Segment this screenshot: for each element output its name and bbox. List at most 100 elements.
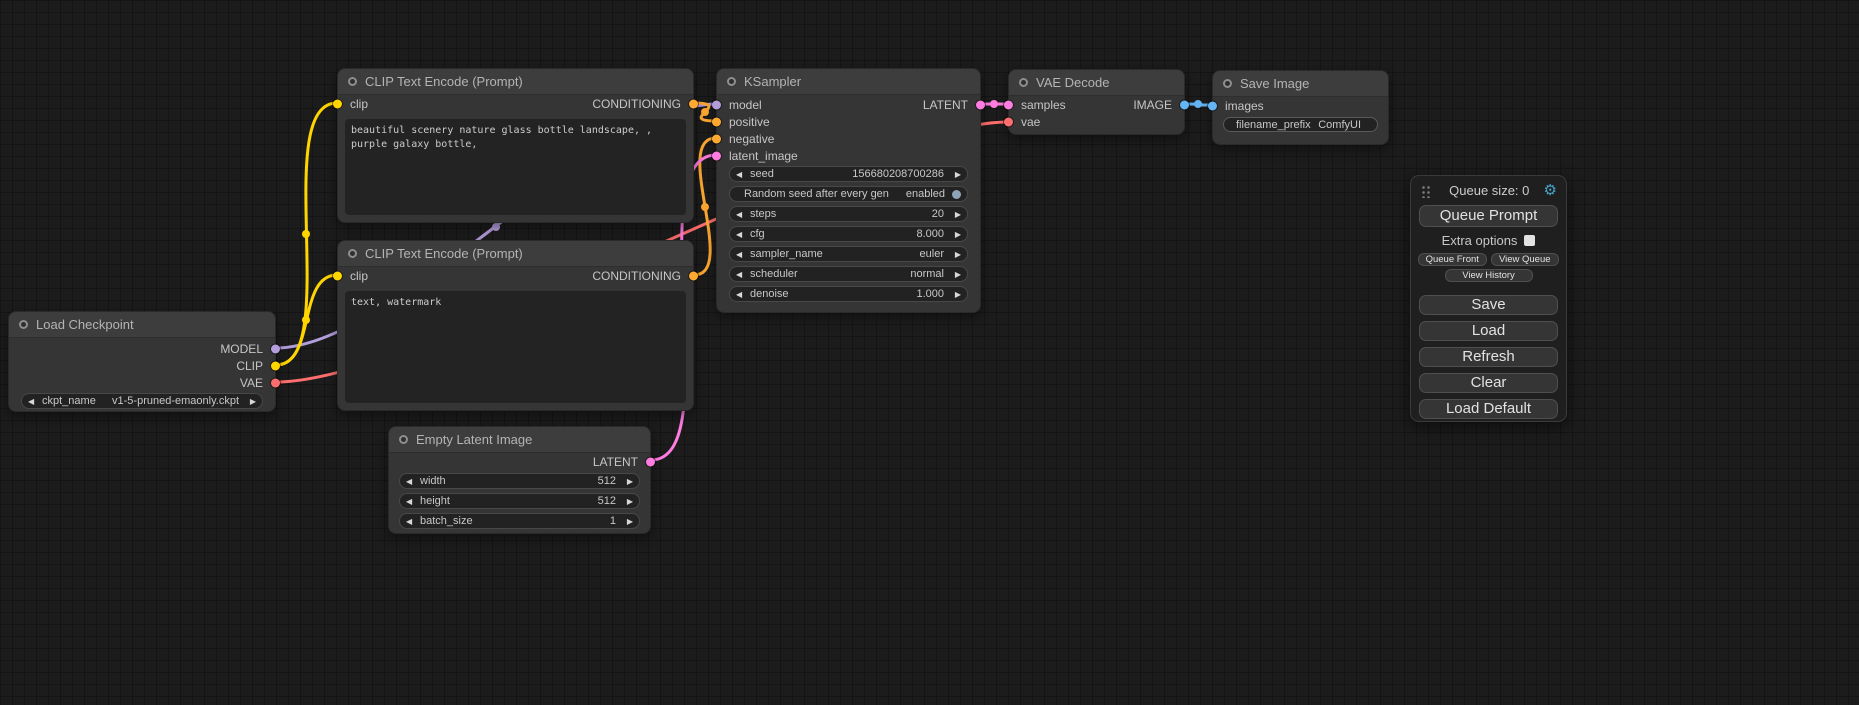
- increment-arrow-icon[interactable]: ▶: [949, 230, 961, 239]
- collapse-dot-icon[interactable]: [348, 249, 357, 258]
- clear-button[interactable]: Clear: [1419, 373, 1558, 393]
- node-save-image[interactable]: Save Image images filename_prefix ComfyU…: [1212, 70, 1389, 145]
- output-slot-conditioning[interactable]: [689, 99, 698, 108]
- node-load-checkpoint[interactable]: Load Checkpoint MODEL CLIP VAE ◀ ckpt_na…: [8, 311, 276, 412]
- output-slot-latent[interactable]: [646, 457, 655, 466]
- input-slot-images[interactable]: [1208, 101, 1217, 110]
- link-dot: [701, 108, 709, 116]
- load-button[interactable]: Load: [1419, 321, 1558, 341]
- decrement-arrow-icon[interactable]: ◀: [736, 290, 748, 299]
- decrement-arrow-icon[interactable]: ◀: [736, 210, 748, 219]
- width-widget[interactable]: ◀ width 512 ▶: [399, 473, 640, 489]
- decrement-arrow-icon[interactable]: ◀: [736, 170, 748, 179]
- increment-arrow-icon[interactable]: ▶: [949, 250, 961, 259]
- node-ksampler[interactable]: KSampler model LATENT positive negative …: [716, 68, 981, 313]
- collapse-dot-icon[interactable]: [1019, 78, 1028, 87]
- link-dot: [1194, 100, 1202, 108]
- decrement-arrow-icon[interactable]: ◀: [736, 230, 748, 239]
- output-slot-latent[interactable]: [976, 100, 985, 109]
- node-title: VAE Decode: [1036, 75, 1109, 90]
- increment-arrow-icon[interactable]: ▶: [949, 290, 961, 299]
- decrement-arrow-icon[interactable]: ◀: [736, 270, 748, 279]
- widget-value: ComfyUI: [1318, 119, 1361, 131]
- toggle-knob-icon[interactable]: [952, 190, 961, 199]
- widget-value: v1-5-pruned-emaonly.ckpt: [112, 395, 239, 407]
- view-queue-button[interactable]: View Queue: [1491, 253, 1560, 266]
- random-seed-toggle[interactable]: Random seed after every gen enabled: [729, 186, 968, 202]
- save-button[interactable]: Save: [1419, 295, 1558, 315]
- ckpt-name-widget[interactable]: ◀ ckpt_name v1-5-pruned-emaonly.ckpt ▶: [21, 393, 263, 409]
- decrement-arrow-icon[interactable]: ◀: [406, 517, 418, 526]
- output-slot-vae[interactable]: [271, 378, 280, 387]
- increment-arrow-icon[interactable]: ▶: [949, 170, 961, 179]
- steps-widget[interactable]: ◀ steps 20 ▶: [729, 206, 968, 222]
- input-slot-positive[interactable]: [712, 117, 721, 126]
- collapse-dot-icon[interactable]: [1223, 79, 1232, 88]
- input-slot-model[interactable]: [712, 100, 721, 109]
- height-widget[interactable]: ◀ height 512 ▶: [399, 493, 640, 509]
- view-history-button[interactable]: View History: [1445, 269, 1533, 282]
- increment-arrow-icon[interactable]: ▶: [949, 210, 961, 219]
- decrement-arrow-icon[interactable]: ◀: [406, 477, 418, 486]
- node-title: Load Checkpoint: [36, 317, 134, 332]
- widget-label: width: [420, 475, 446, 487]
- input-label-images: images: [1225, 99, 1264, 113]
- input-slot-latent-image[interactable]: [712, 151, 721, 160]
- prompt-textarea[interactable]: text, watermark: [345, 291, 686, 403]
- increment-arrow-icon[interactable]: ▶: [621, 477, 633, 486]
- queue-prompt-button[interactable]: Queue Prompt: [1419, 205, 1558, 227]
- node-title-bar[interactable]: Empty Latent Image: [389, 427, 650, 453]
- filename-prefix-widget[interactable]: filename_prefix ComfyUI: [1223, 117, 1378, 132]
- link-dot: [492, 223, 500, 231]
- input-row-vae: vae: [1009, 113, 1184, 130]
- output-slot-conditioning[interactable]: [689, 271, 698, 280]
- cfg-widget[interactable]: ◀ cfg 8.000 ▶: [729, 226, 968, 242]
- node-title-bar[interactable]: Save Image: [1213, 71, 1388, 97]
- output-slot-model[interactable]: [271, 344, 280, 353]
- extra-options-checkbox[interactable]: [1524, 235, 1535, 246]
- node-clip-text-encode-positive[interactable]: CLIP Text Encode (Prompt) clip CONDITION…: [337, 68, 694, 223]
- scheduler-widget[interactable]: ◀ scheduler normal ▶: [729, 266, 968, 282]
- input-slot-clip[interactable]: [333, 99, 342, 108]
- output-slot-image[interactable]: [1180, 100, 1189, 109]
- node-clip-text-encode-negative[interactable]: CLIP Text Encode (Prompt) clip CONDITION…: [337, 240, 694, 411]
- increment-arrow-icon[interactable]: ▶: [949, 270, 961, 279]
- output-slot-clip[interactable]: [271, 361, 280, 370]
- node-title-bar[interactable]: CLIP Text Encode (Prompt): [338, 241, 693, 267]
- decrement-arrow-icon[interactable]: ◀: [736, 250, 748, 259]
- input-slot-negative[interactable]: [712, 134, 721, 143]
- drag-handle-icon[interactable]: [1420, 184, 1431, 198]
- widget-label: Random seed after every gen: [744, 188, 889, 200]
- collapse-dot-icon[interactable]: [348, 77, 357, 86]
- node-vae-decode[interactable]: VAE Decode samples IMAGE vae: [1008, 69, 1185, 135]
- decrement-arrow-icon[interactable]: ◀: [28, 397, 40, 406]
- increment-arrow-icon[interactable]: ▶: [244, 397, 256, 406]
- node-title-bar[interactable]: Load Checkpoint: [9, 312, 275, 338]
- queue-front-button[interactable]: Queue Front: [1418, 253, 1487, 266]
- batch-size-widget[interactable]: ◀ batch_size 1 ▶: [399, 513, 640, 529]
- graph-canvas[interactable]: Load Checkpoint MODEL CLIP VAE ◀ ckpt_na…: [0, 0, 1859, 705]
- node-title-bar[interactable]: VAE Decode: [1009, 70, 1184, 96]
- collapse-dot-icon[interactable]: [727, 77, 736, 86]
- refresh-button[interactable]: Refresh: [1419, 347, 1558, 367]
- input-slot-clip[interactable]: [333, 271, 342, 280]
- collapse-dot-icon[interactable]: [399, 435, 408, 444]
- input-slot-vae[interactable]: [1004, 117, 1013, 126]
- slot-row-samples-image: samples IMAGE: [1009, 96, 1184, 113]
- increment-arrow-icon[interactable]: ▶: [621, 517, 633, 526]
- node-title-bar[interactable]: KSampler: [717, 69, 980, 95]
- node-empty-latent-image[interactable]: Empty Latent Image LATENT ◀ width 512 ▶ …: [388, 426, 651, 534]
- extra-options-row: Extra options: [1411, 233, 1566, 248]
- sampler-name-widget[interactable]: ◀ sampler_name euler ▶: [729, 246, 968, 262]
- decrement-arrow-icon[interactable]: ◀: [406, 497, 418, 506]
- settings-gear-icon[interactable]: ⚙: [1544, 183, 1557, 198]
- node-title-bar[interactable]: CLIP Text Encode (Prompt): [338, 69, 693, 95]
- input-slot-samples[interactable]: [1004, 100, 1013, 109]
- load-default-button[interactable]: Load Default: [1419, 399, 1558, 419]
- output-row-latent: LATENT: [389, 453, 650, 470]
- prompt-textarea[interactable]: beautiful scenery nature glass bottle la…: [345, 119, 686, 215]
- increment-arrow-icon[interactable]: ▶: [621, 497, 633, 506]
- denoise-widget[interactable]: ◀ denoise 1.000 ▶: [729, 286, 968, 302]
- collapse-dot-icon[interactable]: [19, 320, 28, 329]
- seed-widget[interactable]: ◀ seed 156680208700286 ▶: [729, 166, 968, 182]
